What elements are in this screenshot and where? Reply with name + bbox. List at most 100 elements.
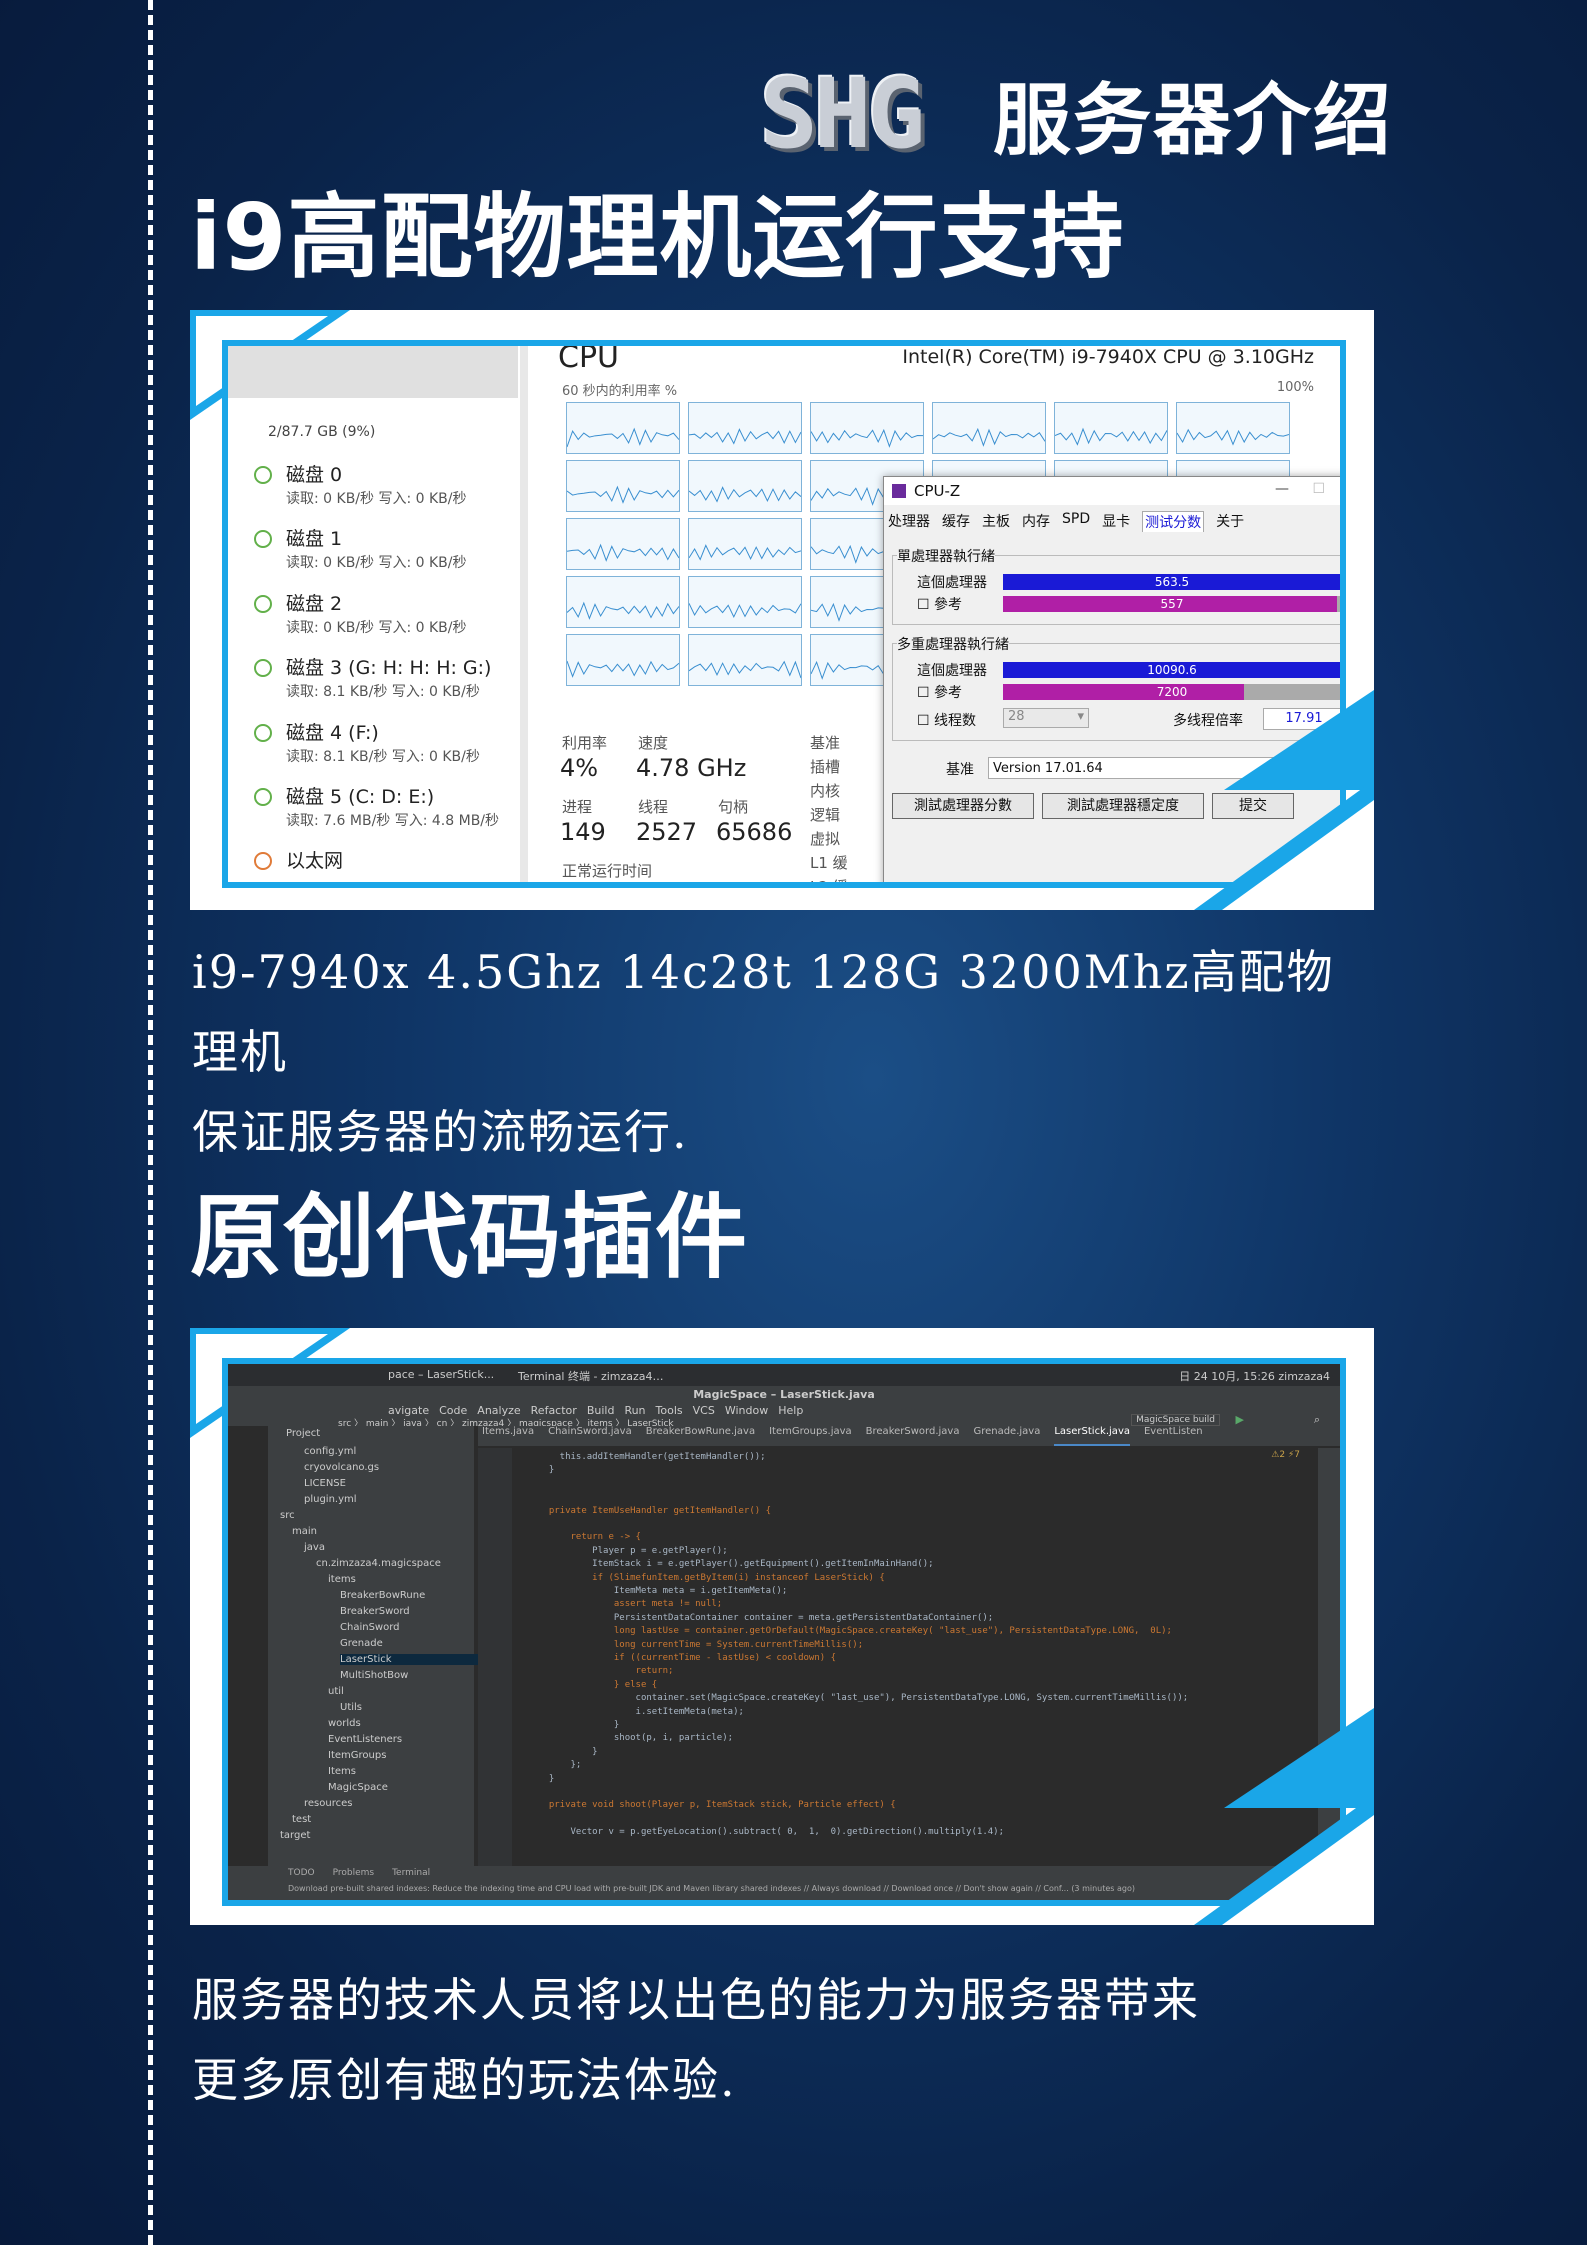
memory-item-selected[interactable] — [228, 346, 518, 398]
file-tab[interactable]: EventListen — [1144, 1426, 1203, 1446]
tree-item[interactable]: items — [328, 1574, 356, 1585]
code-line: } else { — [538, 1679, 658, 1690]
file-tab[interactable]: Items.java — [482, 1426, 534, 1446]
tab-mainboard[interactable]: 主板 — [982, 511, 1010, 532]
inspection-warnings[interactable]: ⚠2 ⚡7 — [1271, 1450, 1300, 1460]
file-tab[interactable]: ChainSword.java — [548, 1426, 632, 1446]
code-line: long lastUse = container.getOrDefault(Ma… — [538, 1626, 1172, 1637]
disk-rate: 读取: 7.6 MB/秒 写入: 4.8 MB/秒 — [286, 813, 500, 829]
search-icon[interactable]: ⌕ — [1314, 1413, 1320, 1427]
window-tab[interactable]: pace – LaserStick... — [388, 1368, 494, 1381]
ref-checkbox[interactable]: ☐ 參考 — [917, 682, 962, 702]
cpu-side-label: 内核 — [810, 782, 841, 800]
cpu-core-graph — [566, 634, 680, 686]
menu-vcs[interactable]: VCS — [693, 1404, 715, 1417]
tab-cache[interactable]: 缓存 — [942, 511, 970, 532]
terminal-tab[interactable]: Terminal 终端 - zimzaza4… — [518, 1368, 664, 1384]
uptime-label: 正常运行时间 — [562, 862, 653, 880]
tree-item[interactable]: src — [280, 1510, 295, 1521]
tree-item[interactable]: worlds — [328, 1718, 361, 1729]
tree-item[interactable]: config.yml — [304, 1446, 356, 1457]
tree-item[interactable]: ChainSword — [340, 1622, 400, 1633]
handle-value: 65686 — [716, 818, 793, 846]
run-config-select[interactable]: MagicSpace build — [1131, 1414, 1220, 1426]
menu-window[interactable]: Window — [725, 1404, 768, 1417]
tab-spd[interactable]: SPD — [1062, 511, 1090, 532]
tab-processor[interactable]: 处理器 — [888, 511, 930, 532]
stress-cpu-button[interactable]: 測試處理器穩定度 — [1042, 793, 1204, 819]
code-line: this.addItemHandler(getItemHandler()); — [538, 1452, 766, 1462]
threads-checkbox[interactable]: ☐ 线程数 — [917, 710, 976, 730]
single-group-label: 單處理器執行緒 — [897, 546, 995, 566]
ethernet-status-icon — [254, 852, 272, 870]
tree-item[interactable]: Items — [328, 1766, 356, 1777]
tree-item[interactable]: target — [280, 1830, 310, 1841]
tree-item[interactable]: Grenade — [340, 1638, 383, 1649]
tree-item[interactable]: cn.zimzaza4.magicspace — [316, 1558, 441, 1569]
threads-select[interactable]: 28 ▾ — [1003, 708, 1089, 728]
tree-item[interactable]: BreakerSword — [340, 1606, 410, 1617]
proc-value: 149 — [560, 818, 606, 846]
file-tab[interactable]: BreakerSword.java — [866, 1426, 960, 1446]
tree-item[interactable]: BreakerBowRune — [340, 1590, 425, 1601]
code-line: PersistentDataContainer container = meta… — [538, 1612, 994, 1623]
sidebar-scrollbar[interactable] — [520, 346, 528, 882]
code-line: i.setItemMeta(meta); — [538, 1706, 744, 1717]
bench-cpu-button[interactable]: 測試處理器分數 — [892, 793, 1034, 819]
tab-bench[interactable]: 测试分数 — [1142, 511, 1205, 532]
brand-title: 服务器介绍 — [993, 76, 1394, 166]
cpu-side-label: 基准 — [810, 734, 841, 752]
tab-about[interactable]: 关于 — [1216, 511, 1244, 532]
tree-item[interactable]: java — [304, 1542, 325, 1553]
disk-name: 磁盘 3 (G: H: H: H: G:) — [286, 657, 492, 679]
disk-status-icon — [254, 466, 272, 484]
cpu-core-graph — [566, 576, 680, 628]
tree-item[interactable]: test — [292, 1814, 311, 1825]
section2-description: 服务器的技术人员将以出色的能力为服务器带来 更多原创有趣的玩法体验. — [192, 1960, 1382, 2120]
tab-graphics[interactable]: 显卡 — [1102, 511, 1130, 532]
run-icon[interactable]: ▶ — [1236, 1413, 1244, 1426]
tree-item[interactable]: ItemGroups — [328, 1750, 386, 1761]
file-tab[interactable]: BreakerBowRune.java — [646, 1426, 755, 1446]
multi-group-label: 多重處理器執行緒 — [897, 634, 1009, 654]
tree-item[interactable]: main — [292, 1526, 317, 1537]
ethernet-name: 以太网 — [286, 850, 344, 872]
problems-tab[interactable]: Problems — [333, 1868, 374, 1878]
disk-status-icon — [254, 595, 272, 613]
ref-checkbox[interactable]: ☐ 參考 — [917, 594, 962, 614]
thread-label: 线程 — [638, 798, 669, 816]
file-tab[interactable]: ItemGroups.java — [769, 1426, 852, 1446]
section1-desc-line: i9-7940x 4.5Ghz 14c28t 128G 3200Mhz高配物理机 — [192, 945, 1335, 1079]
hardware-screenshot-card: 2/87.7 GB (9%) 磁盘 0 读取: 0 KB/秒 写入: 0 KB/秒… — [190, 310, 1374, 910]
tree-item[interactable]: util — [328, 1686, 344, 1697]
terminal-tool-tab[interactable]: Terminal — [392, 1868, 430, 1878]
tree-item[interactable]: LaserStick — [340, 1654, 480, 1665]
file-tab-active[interactable]: LaserStick.java — [1054, 1426, 1130, 1446]
project-label[interactable]: Project — [286, 1428, 320, 1439]
disk-name: 磁盘 2 — [286, 593, 343, 615]
file-tab[interactable]: Grenade.java — [973, 1426, 1040, 1446]
tree-item[interactable]: resources — [304, 1798, 352, 1809]
tree-item[interactable]: plugin.yml — [304, 1494, 357, 1505]
tree-item[interactable]: MagicSpace — [328, 1782, 388, 1793]
code-editor[interactable]: this.addItemHandler(getItemHandler()); }… — [478, 1448, 1318, 1866]
minimize-icon[interactable]: — — [1275, 481, 1289, 497]
disk-rate: 读取: 0 KB/秒 写入: 0 KB/秒 — [286, 620, 467, 636]
tree-item[interactable]: EventListeners — [328, 1734, 402, 1745]
single-this-value: 563.5 — [1154, 575, 1190, 589]
code-line: } — [538, 1746, 598, 1757]
tree-item[interactable]: cryovolcano.gs — [304, 1462, 379, 1473]
cpu-core-graph — [688, 518, 802, 570]
maximize-icon[interactable]: ☐ — [1312, 481, 1325, 497]
code-line: long currentTime = System.currentTimeMil… — [538, 1639, 864, 1650]
menu-help[interactable]: Help — [778, 1404, 803, 1417]
cpu-core-graph — [932, 402, 1046, 454]
tree-item[interactable]: Utils — [340, 1702, 362, 1713]
tree-item[interactable]: LICENSE — [304, 1478, 346, 1489]
code-line: } — [538, 1465, 555, 1476]
tab-memory[interactable]: 内存 — [1022, 511, 1050, 532]
status-message[interactable]: Download pre-built shared indexes: Reduc… — [288, 1884, 1330, 1893]
tree-item[interactable]: MultiShotBow — [340, 1670, 408, 1681]
cpu-core-graph — [688, 576, 802, 628]
todo-tab[interactable]: TODO — [288, 1868, 315, 1878]
